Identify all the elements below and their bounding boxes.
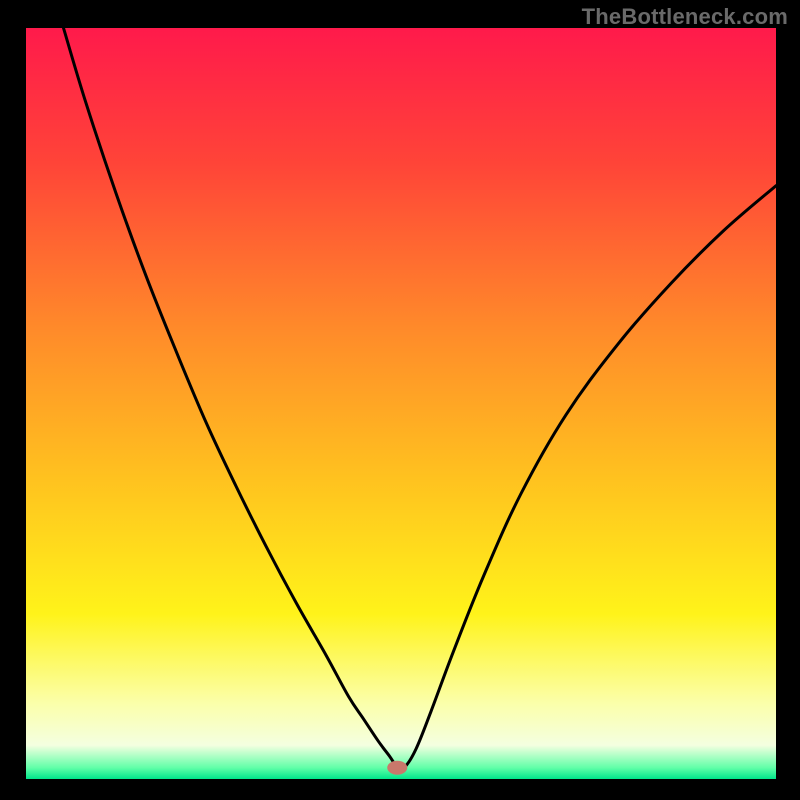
chart-gradient-bg: [26, 28, 776, 779]
chart-container: { "watermark": "TheBottleneck.com", "plo…: [0, 0, 800, 800]
bottleneck-chart: [0, 0, 800, 800]
minimum-marker: [387, 761, 407, 775]
watermark-text: TheBottleneck.com: [582, 4, 788, 30]
